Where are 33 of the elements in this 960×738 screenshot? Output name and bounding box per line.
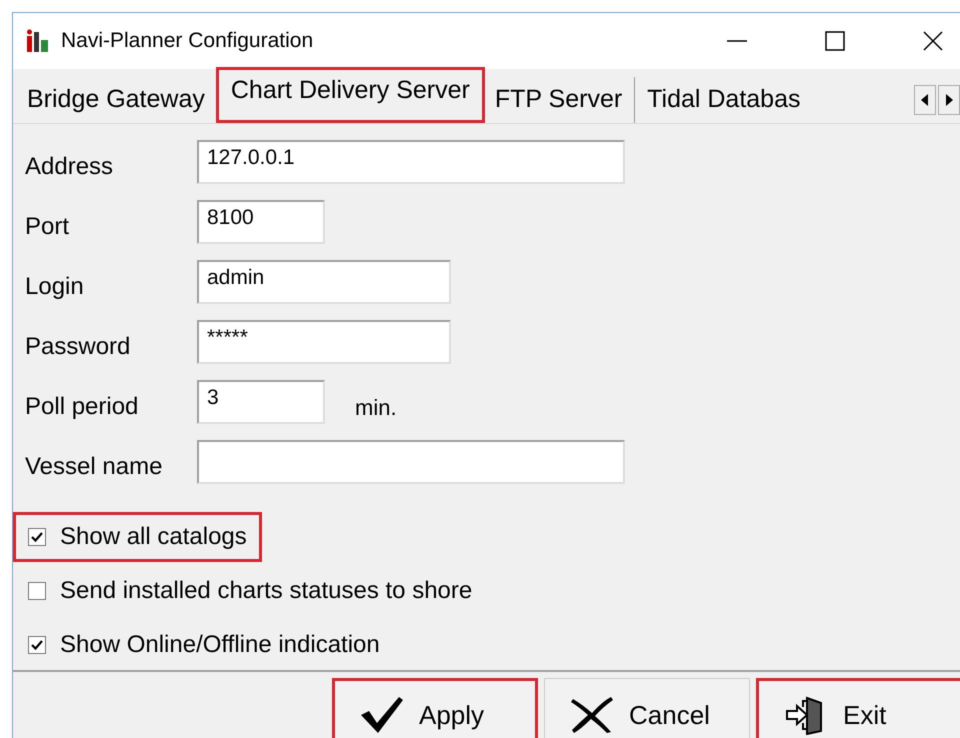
field-label: Login (25, 272, 85, 301)
scroll-left-icon[interactable] (914, 85, 936, 115)
input-field[interactable]: 127.0.0.1 (197, 140, 625, 184)
cross-icon (569, 695, 615, 735)
tab[interactable]: FTP Server (482, 77, 636, 123)
tab[interactable]: Chart Delivery Server (218, 69, 483, 121)
field-label: Address (25, 152, 114, 181)
checkbox-label: Show Online/Offline indication (60, 631, 380, 659)
checkbox[interactable] (28, 636, 46, 654)
checkmark-icon (359, 695, 405, 735)
checkbox[interactable] (28, 528, 46, 546)
field-label: Password (25, 332, 132, 361)
input-field[interactable]: 3 (197, 380, 325, 424)
input-field[interactable]: admin (197, 260, 451, 304)
scroll-right-icon[interactable] (938, 85, 960, 115)
field-label: Vessel name (25, 452, 164, 481)
field-label: Poll period (25, 392, 140, 421)
cancel-button[interactable]: Cancel (544, 678, 750, 738)
checkbox-label: Send installed charts statuses to shore (60, 577, 472, 605)
input-field[interactable]: 8100 (197, 200, 325, 244)
unit-label: min. (355, 394, 397, 421)
tab[interactable]: Tidal Databas (635, 77, 914, 123)
apply-button[interactable]: Apply (332, 678, 538, 738)
input-field[interactable]: ***** (197, 320, 451, 364)
checkbox[interactable] (28, 582, 46, 600)
close-icon[interactable] (922, 30, 944, 52)
app-logo-icon (25, 28, 51, 54)
input-field[interactable] (197, 440, 625, 484)
checkbox-label: Show all catalogs (60, 523, 247, 551)
window-title: Navi-Planner Configuration (61, 29, 314, 53)
field-label: Port (25, 212, 70, 241)
maximize-icon[interactable] (824, 30, 846, 52)
exit-button[interactable]: Exit (756, 678, 960, 738)
